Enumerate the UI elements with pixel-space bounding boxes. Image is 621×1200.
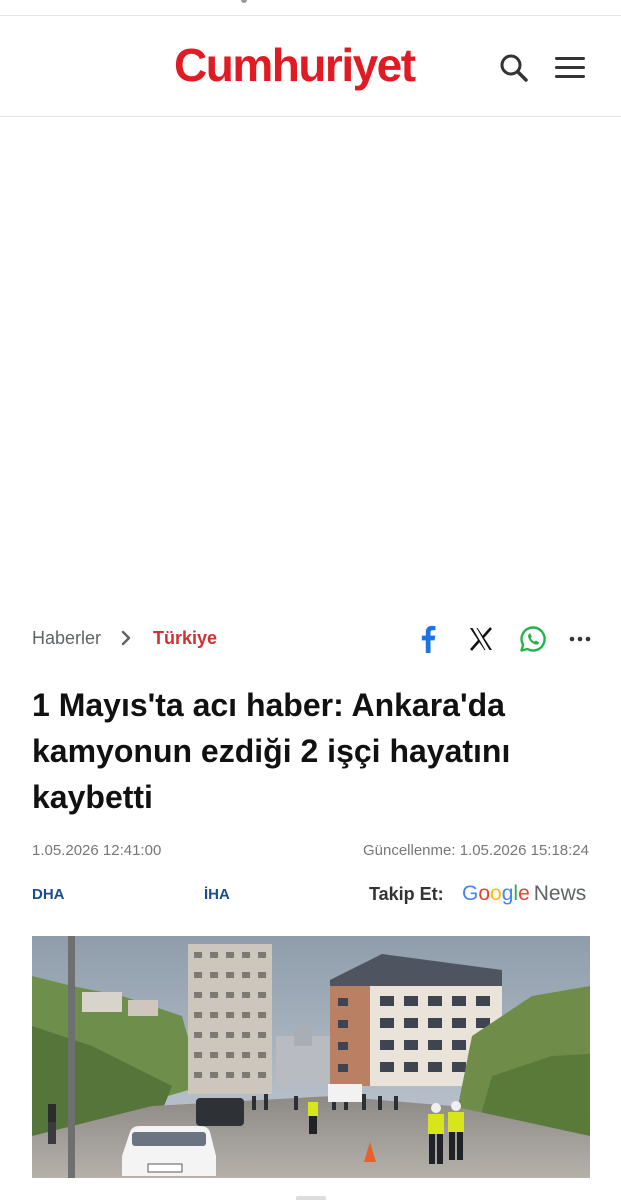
updated-date: Güncellenme: 1.05.2026 15:18:24 (362, 842, 589, 859)
article-photo[interactable] (32, 936, 590, 1178)
menu-button[interactable] (550, 48, 590, 88)
ad-placeholder (0, 118, 621, 608)
google-news-label: News (533, 882, 587, 905)
hamburger-menu-icon (555, 57, 585, 78)
facebook-icon (421, 625, 436, 653)
share-facebook-button[interactable] (412, 622, 444, 656)
search-icon (500, 54, 528, 82)
google-letter: o (490, 882, 502, 905)
site-header: Cumhuriyet (0, 16, 621, 117)
site-logo[interactable]: Cumhuriyet (174, 38, 416, 92)
follow-label: Takip Et: (369, 884, 444, 904)
google-letter: e (518, 882, 530, 905)
google-news-follow-button[interactable]: Google News (462, 882, 586, 906)
share-more-button[interactable] (566, 622, 594, 656)
google-logo: Google (462, 882, 530, 906)
accident-scene-image (32, 936, 590, 1178)
source-iha-link[interactable]: İHA (204, 886, 230, 903)
google-letter: o (478, 882, 491, 905)
publish-date: 1.05.2026 12:41:00 (32, 842, 162, 859)
share-whatsapp-button[interactable] (516, 622, 550, 656)
breadcrumb-category-link[interactable]: Türkiye (153, 628, 217, 649)
google-letter: g (501, 882, 514, 905)
status-notch (241, 0, 247, 3)
share-x-button[interactable] (464, 622, 498, 656)
more-icon (569, 636, 591, 642)
article-title: 1 Mayıs'ta acı haber: Ankara'da kamyonun… (32, 687, 511, 815)
search-button[interactable] (494, 48, 534, 88)
x-icon (470, 627, 492, 651)
source-dha-link[interactable]: DHA (32, 886, 65, 903)
breadcrumb-home-link[interactable]: Haberler (32, 628, 101, 649)
google-letter: G (462, 882, 479, 905)
status-strip (0, 0, 621, 16)
whatsapp-icon (520, 626, 546, 652)
breadcrumb: Haberler Türkiye (32, 624, 217, 652)
bottom-indicator (296, 1196, 326, 1200)
chevron-right-icon (111, 624, 141, 652)
